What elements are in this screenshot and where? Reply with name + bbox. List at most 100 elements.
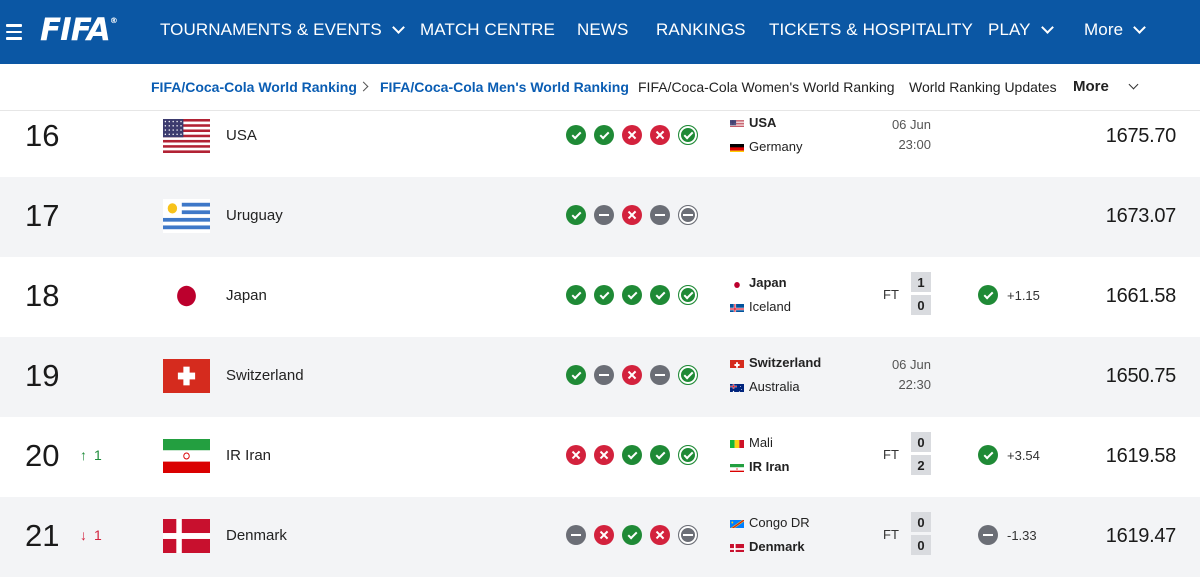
form-draw-icon: [594, 365, 614, 385]
nav-item-label: More: [1084, 20, 1123, 40]
team-flag[interactable]: [163, 519, 210, 553]
team-flag[interactable]: [163, 359, 210, 393]
total-points: 1675.70: [1106, 125, 1176, 148]
team-name[interactable]: Uruguay: [226, 207, 283, 224]
home-team-flag: [730, 358, 744, 368]
away-score: 0: [911, 295, 931, 315]
match-away-team[interactable]: Germany: [730, 139, 802, 154]
team-name[interactable]: Japan: [226, 287, 267, 304]
ranking-row[interactable]: 16 USA USA Germany 06 Jun 23:00 1675.70: [0, 111, 1200, 177]
points-delta: +3.54: [1007, 448, 1040, 463]
home-team-name: Mali: [749, 435, 773, 450]
fifa-logo[interactable]: FIFA®: [40, 12, 117, 48]
form-loss-icon: [622, 365, 642, 385]
form-loss-icon: [622, 125, 642, 145]
home-team-flag: [730, 278, 744, 288]
recent-form: [566, 365, 698, 385]
team-name[interactable]: Denmark: [226, 527, 287, 544]
away-team-flag: [730, 142, 744, 152]
form-loss-icon: [650, 125, 670, 145]
match-away-team[interactable]: IR Iran: [730, 459, 789, 474]
away-team-flag: [730, 302, 744, 312]
ranking-row[interactable]: 17 Uruguay 1673.07: [0, 177, 1200, 257]
top-navigation-bar: FIFA® TOURNAMENTS & EVENTS MATCH CENTRE NE…: [0, 0, 1200, 64]
match-status: FT: [883, 527, 899, 542]
chevron-down-icon: [392, 21, 405, 34]
ranking-row[interactable]: 18JapanJapanIcelandFT10+1.151661.58: [0, 257, 1200, 337]
total-points: 1619.58: [1106, 445, 1176, 468]
match-status: FT: [883, 447, 899, 462]
nav-item-label: RANKINGS: [656, 20, 746, 40]
nav-item-tickets-hospitality[interactable]: TICKETS & HOSPITALITY: [769, 20, 973, 40]
form-win-icon: [566, 125, 586, 145]
form-win-icon: [622, 525, 642, 545]
nav-item-play[interactable]: PLAY: [988, 20, 1052, 40]
ranking-row[interactable]: 21↓1DenmarkCongo DRDenmarkFT00-1.331619.…: [0, 497, 1200, 577]
match-time: 22:30: [851, 377, 931, 392]
rank-movement: ↓1: [80, 527, 102, 543]
match-home-team[interactable]: Mali: [730, 435, 773, 450]
form-win-icon: [678, 365, 698, 385]
subnav-more-button[interactable]: More: [1073, 78, 1109, 95]
nav-item-rankings[interactable]: RANKINGS: [656, 20, 746, 40]
match-home-team[interactable]: Japan: [730, 275, 787, 290]
rank-number: 17: [25, 198, 59, 234]
arrow-down-icon: ↓: [80, 527, 87, 543]
form-win-icon: [678, 125, 698, 145]
womens-ranking-link[interactable]: FIFA/Coca-Cola Women's World Ranking: [638, 79, 895, 95]
nav-item-tournaments-events[interactable]: TOURNAMENTS & EVENTS: [160, 20, 403, 40]
rank-number: 16: [25, 118, 59, 154]
match-away-team[interactable]: Iceland: [730, 299, 791, 314]
rank-number: 21: [25, 518, 59, 554]
away-team-name: Germany: [749, 139, 802, 154]
rank-movement-value: 1: [94, 527, 102, 543]
team-flag[interactable]: [163, 439, 210, 473]
away-team-name: Iceland: [749, 299, 791, 314]
breadcrumb-mens-ranking[interactable]: FIFA/Coca-Cola Men's World Ranking: [380, 79, 629, 95]
recent-form: [566, 285, 698, 305]
form-win-icon: [678, 445, 698, 465]
points-delta: +1.15: [1007, 288, 1040, 303]
home-team-flag: [730, 518, 744, 528]
form-win-icon: [622, 445, 642, 465]
match-status: FT: [883, 287, 899, 302]
home-score: 0: [911, 432, 931, 452]
form-win-icon: [650, 445, 670, 465]
match-home-team[interactable]: Congo DR: [730, 515, 810, 530]
team-flag[interactable]: [163, 279, 210, 313]
team-name[interactable]: USA: [226, 127, 257, 144]
match-time: 23:00: [851, 137, 931, 152]
match-home-team[interactable]: Switzerland: [730, 355, 821, 370]
match-away-team[interactable]: Denmark: [730, 539, 805, 554]
ranking-row[interactable]: 20↑1IR IranMaliIR IranFT02+3.541619.58: [0, 417, 1200, 497]
match-away-team[interactable]: Australia: [730, 379, 800, 394]
match-date: 06 Jun: [851, 117, 931, 132]
home-score: 0: [911, 512, 931, 532]
form-draw-icon: [650, 365, 670, 385]
menu-icon[interactable]: [6, 24, 24, 40]
team-flag[interactable]: [163, 199, 210, 233]
match-home-team[interactable]: USA: [730, 115, 776, 130]
chevron-down-icon: [1129, 80, 1139, 90]
form-win-icon: [594, 125, 614, 145]
nav-item-more[interactable]: More: [1084, 20, 1144, 40]
ranking-row[interactable]: 19SwitzerlandSwitzerlandAustralia06 Jun2…: [0, 337, 1200, 417]
rank-movement: ↑1: [80, 447, 102, 463]
rank-number: 19: [25, 358, 59, 394]
home-score: 1: [911, 272, 931, 292]
team-flag[interactable]: [163, 119, 210, 153]
ranking-updates-link[interactable]: World Ranking Updates: [909, 79, 1057, 95]
nav-item-match-centre[interactable]: MATCH CENTRE: [420, 20, 555, 40]
rank-number: 20: [25, 438, 59, 474]
team-name[interactable]: Switzerland: [226, 367, 304, 384]
form-draw-icon: [678, 205, 698, 225]
away-score: 0: [911, 535, 931, 555]
nav-item-label: TICKETS & HOSPITALITY: [769, 20, 973, 40]
total-points: 1673.07: [1106, 205, 1176, 228]
nav-item-news[interactable]: NEWS: [577, 20, 628, 40]
team-name[interactable]: IR Iran: [226, 447, 271, 464]
nav-item-label: PLAY: [988, 20, 1031, 40]
breadcrumb-world-ranking[interactable]: FIFA/Coca-Cola World Ranking: [151, 79, 357, 95]
chevron-down-icon: [1041, 21, 1054, 34]
home-team-name: Japan: [749, 275, 787, 290]
